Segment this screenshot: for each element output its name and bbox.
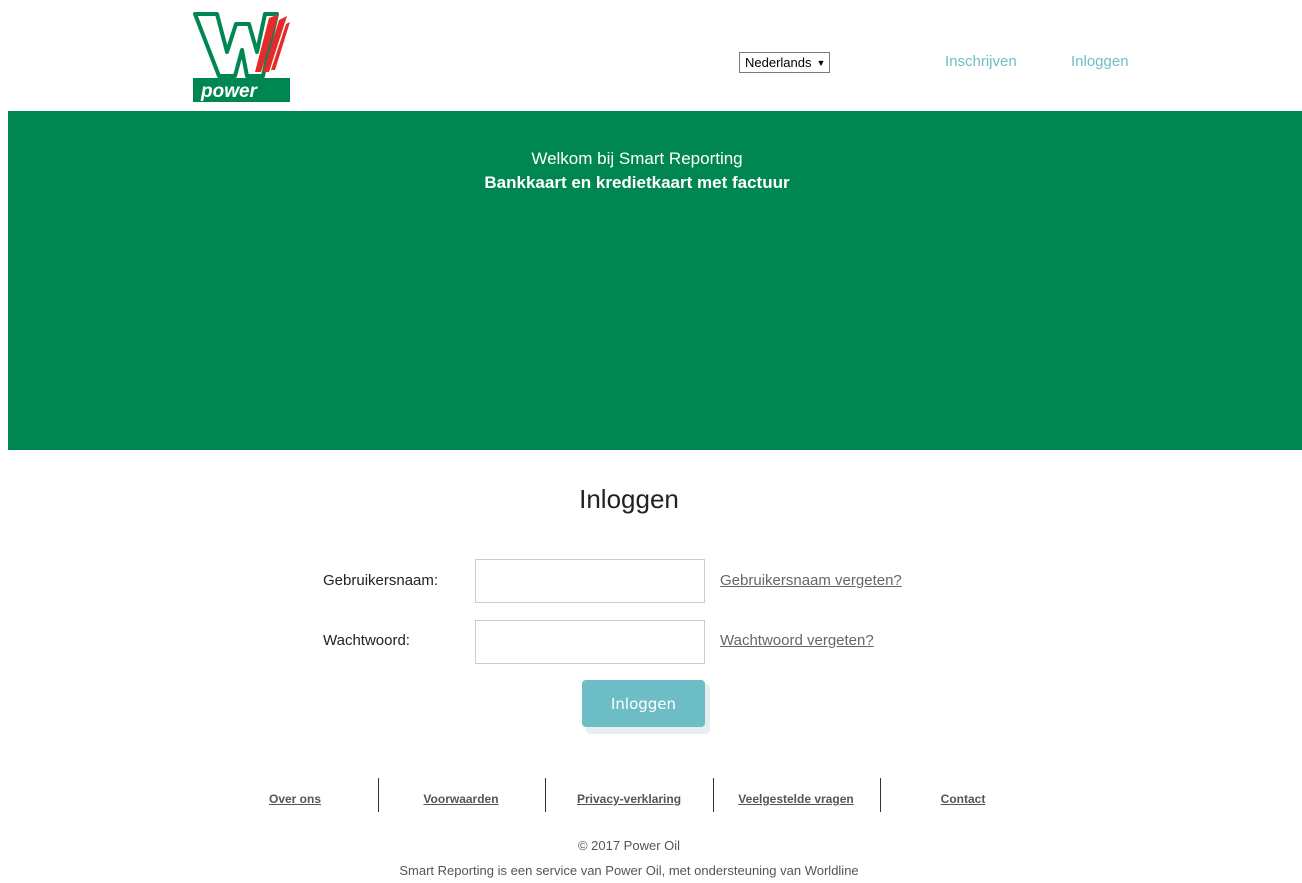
- language-select[interactable]: Nederlands ▼: [739, 52, 831, 73]
- login-button[interactable]: Inloggen: [582, 680, 705, 727]
- footer-divider: [880, 778, 881, 812]
- footer-service-text: Smart Reporting is een service van Power…: [399, 863, 859, 878]
- footer-link-over-ons[interactable]: Over ons: [269, 792, 321, 806]
- footer-link-faq[interactable]: Veelgestelde vragen: [738, 792, 853, 806]
- footer-divider: [713, 778, 714, 812]
- username-label: Gebruikersnaam:: [323, 572, 439, 589]
- banner-subtitle: Bankkaart en kredietkaart met factuur: [484, 173, 790, 192]
- footer-divider: [545, 778, 546, 812]
- login-title: Inloggen: [579, 484, 679, 514]
- header: power Nederlands ▼ Inschrijven Inloggen: [0, 0, 1302, 111]
- power-logo[interactable]: power: [193, 12, 291, 102]
- password-label: Wachtwoord:: [323, 632, 410, 649]
- footer-link-contact[interactable]: Contact: [941, 792, 986, 806]
- footer-divider: [378, 778, 379, 812]
- username-input[interactable]: [475, 559, 705, 603]
- logo-wordmark: power: [200, 81, 259, 102]
- forgot-password-link[interactable]: Wachtwoord vergeten?: [720, 632, 874, 649]
- chevron-down-icon: ▼: [816, 58, 826, 68]
- password-input[interactable]: [475, 620, 705, 664]
- nav-login-link[interactable]: Inloggen: [1071, 53, 1129, 70]
- footer-copyright: © 2017 Power Oil: [577, 838, 681, 853]
- footer-link-privacy[interactable]: Privacy-verklaring: [577, 792, 681, 806]
- language-selected: Nederlands: [745, 55, 812, 70]
- welcome-banner: Welkom bij Smart Reporting Bankkaart en …: [8, 111, 1302, 450]
- footer-link-voorwaarden[interactable]: Voorwaarden: [423, 792, 498, 806]
- banner-welcome-text: Welkom bij Smart Reporting: [531, 149, 743, 168]
- nav-signup-link[interactable]: Inschrijven: [945, 53, 1017, 70]
- forgot-username-link[interactable]: Gebruikersnaam vergeten?: [720, 572, 902, 589]
